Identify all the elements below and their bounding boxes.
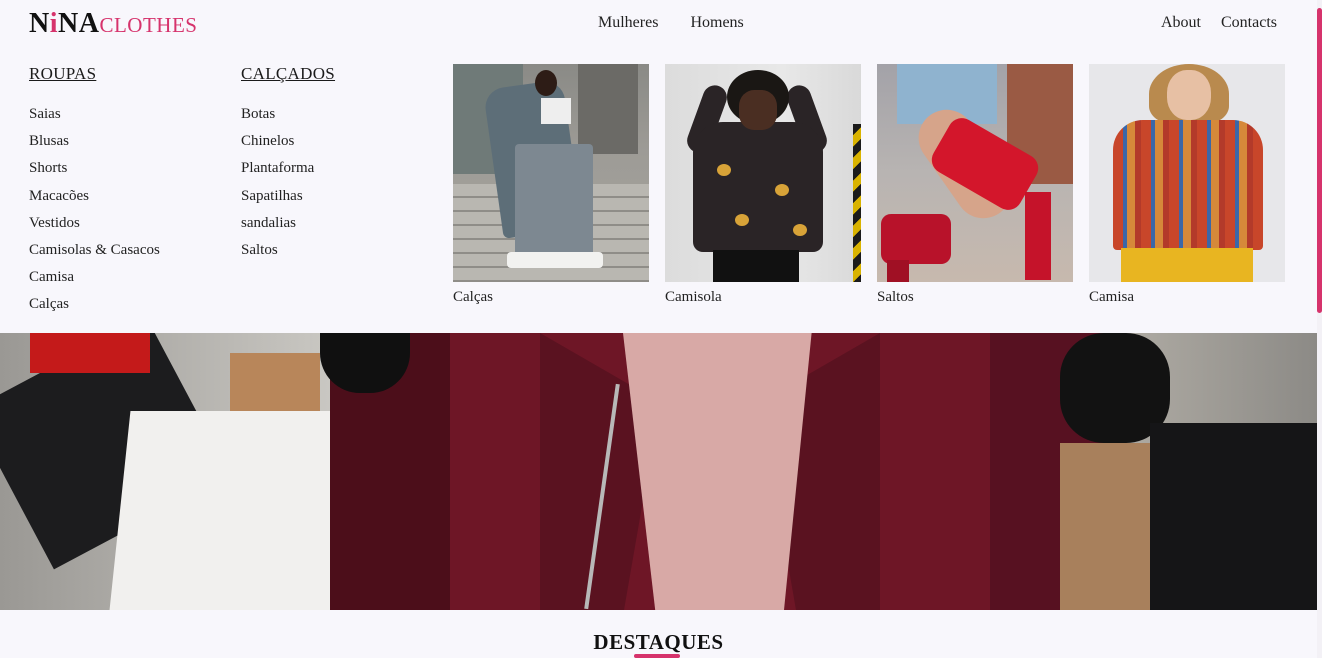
nav-contacts[interactable]: Contacts	[1221, 14, 1277, 31]
menu-item-sapatilhas[interactable]: Sapatilhas	[241, 183, 335, 210]
scrollbar-thumb[interactable]	[1317, 8, 1322, 313]
menu-heading-roupas[interactable]: ROUPAS	[29, 64, 160, 84]
menu-item-plantaforma[interactable]: Plantaforma	[241, 155, 335, 182]
menu-column-calcados: CALÇADOS Botas Chinelos Plantaforma Sapa…	[241, 64, 335, 264]
photo-camisola	[665, 64, 861, 282]
featured-cards: Calças Camisola Saltos Camisa	[453, 64, 1285, 306]
caption-camisola: Camisola	[665, 289, 722, 305]
logo-nina: NiNA	[29, 8, 100, 39]
primary-nav: Mulheres Homens	[598, 14, 772, 32]
brand-logo[interactable]: NiNACLOTHES	[29, 10, 197, 38]
menu-item-camisa[interactable]: Camisa	[29, 264, 160, 291]
featured-card-calcas[interactable]: Calças	[453, 64, 649, 306]
menu-item-chinelos[interactable]: Chinelos	[241, 128, 335, 155]
section-title-destaques: DESTAQUES	[593, 630, 724, 654]
menu-item-vestidos[interactable]: Vestidos	[29, 210, 160, 237]
menu-item-botas[interactable]: Botas	[241, 101, 335, 128]
featured-card-camisa[interactable]: Camisa	[1089, 64, 1285, 306]
nav-mulheres[interactable]: Mulheres	[598, 14, 658, 31]
caption-calcas: Calças	[453, 289, 493, 305]
featured-card-saltos[interactable]: Saltos	[877, 64, 1073, 306]
menu-item-blusas[interactable]: Blusas	[29, 128, 160, 155]
nav-homens[interactable]: Homens	[690, 14, 743, 31]
menu-item-calcas[interactable]: Calças	[29, 291, 160, 318]
featured-card-camisola[interactable]: Camisola	[665, 64, 861, 306]
menu-item-sandalias[interactable]: sandalias	[241, 210, 335, 237]
menu-item-saias[interactable]: Saias	[29, 101, 160, 128]
menu-list-calcados: Botas Chinelos Plantaforma Sapatilhas sa…	[241, 101, 335, 264]
nav-about[interactable]: About	[1161, 14, 1201, 31]
menu-item-macacoes[interactable]: Macacões	[29, 183, 160, 210]
menu-item-camisolas-casacos[interactable]: Camisolas & Casacos	[29, 237, 160, 264]
photo-camisa	[1089, 64, 1285, 282]
photo-calcas	[453, 64, 649, 282]
logo-clothes: CLOTHES	[99, 13, 198, 37]
section-underline	[634, 654, 680, 658]
secondary-nav: About Contacts	[1161, 14, 1293, 32]
hero-banner	[0, 333, 1317, 610]
menu-item-shorts[interactable]: Shorts	[29, 155, 160, 182]
menu-list-roupas: Saias Blusas Shorts Macacões Vestidos Ca…	[29, 101, 160, 319]
menu-heading-calcados[interactable]: CALÇADOS	[241, 64, 335, 84]
menu-column-roupas: ROUPAS Saias Blusas Shorts Macacões Vest…	[29, 64, 160, 319]
caption-camisa: Camisa	[1089, 289, 1134, 305]
menu-item-saltos[interactable]: Saltos	[241, 237, 335, 264]
caption-saltos: Saltos	[877, 289, 914, 305]
photo-saltos	[877, 64, 1073, 282]
